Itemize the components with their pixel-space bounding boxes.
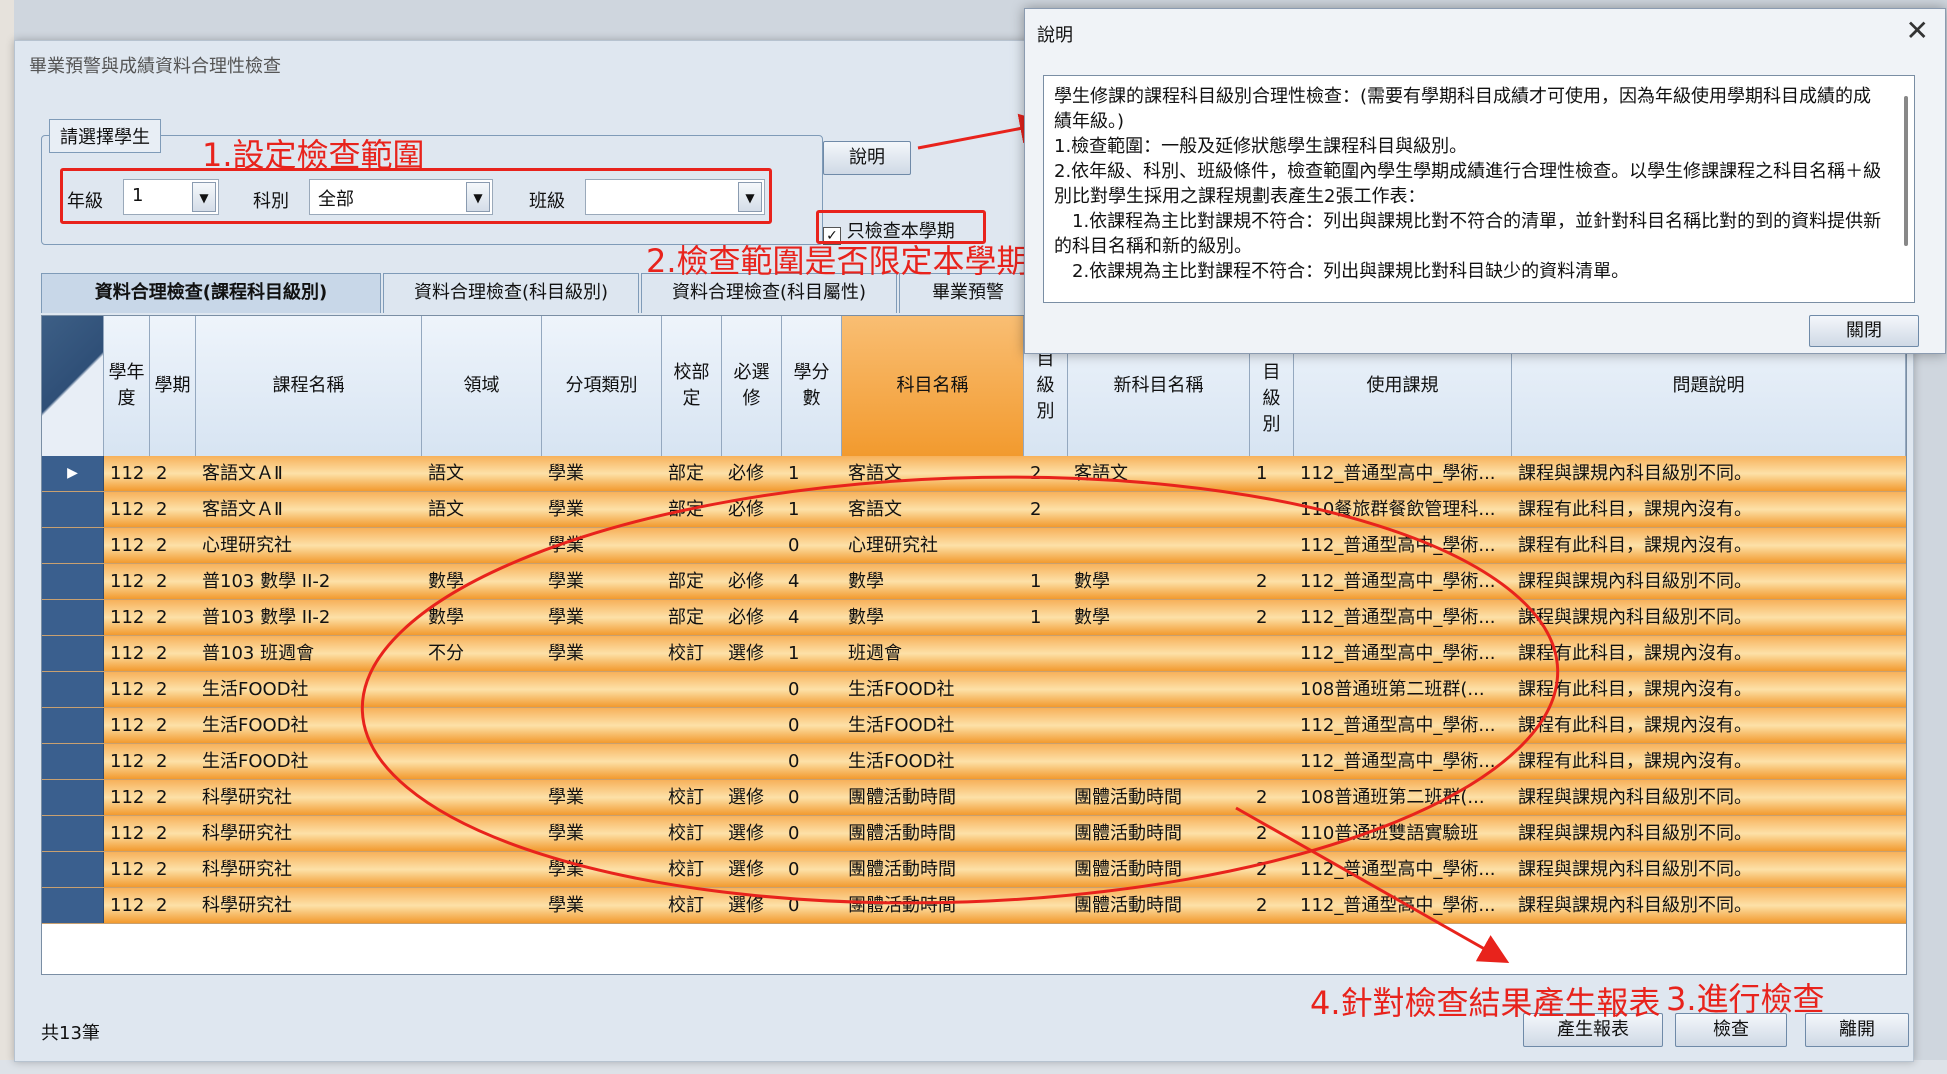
help-line: 學生修課的課程科目級別合理性檢查：(需要有學期科目成績才可使用，因為年級使用學期… xyxy=(1054,86,1872,132)
dialog-close-button[interactable]: 關閉 xyxy=(1809,315,1919,347)
help-dialog: 說明 ✕ 學生修課的課程科目級別合理性檢查：(需要有學期科目成績才可使用，因為年… xyxy=(1024,8,1946,354)
help-line: 1.檢查範圍：一般及延修狀態學生課程科目與級別。 xyxy=(1054,136,1468,157)
scrollbar[interactable] xyxy=(1904,96,1908,246)
dialog-title: 說明 xyxy=(1037,25,1073,46)
help-line: 2.依年級、科別、班級條件，檢查範圍內學生學期成績進行合理性檢查。以學生修課課程… xyxy=(1054,161,1882,207)
annotation-ellipse xyxy=(360,475,1560,905)
close-icon[interactable]: ✕ xyxy=(1906,15,1929,47)
help-text: 學生修課的課程科目級別合理性檢查：(需要有學期科目成績才可使用，因為年級使用學期… xyxy=(1043,75,1915,303)
help-line: 2.依課規為主比對課程不符合：列出與課規比對科目缺少的資料清單。 xyxy=(1054,261,1630,282)
help-line: 1.依課程為主比對課規不符合：列出與課規比對不符合的清單，並針對科目名稱比對的到… xyxy=(1054,211,1882,257)
